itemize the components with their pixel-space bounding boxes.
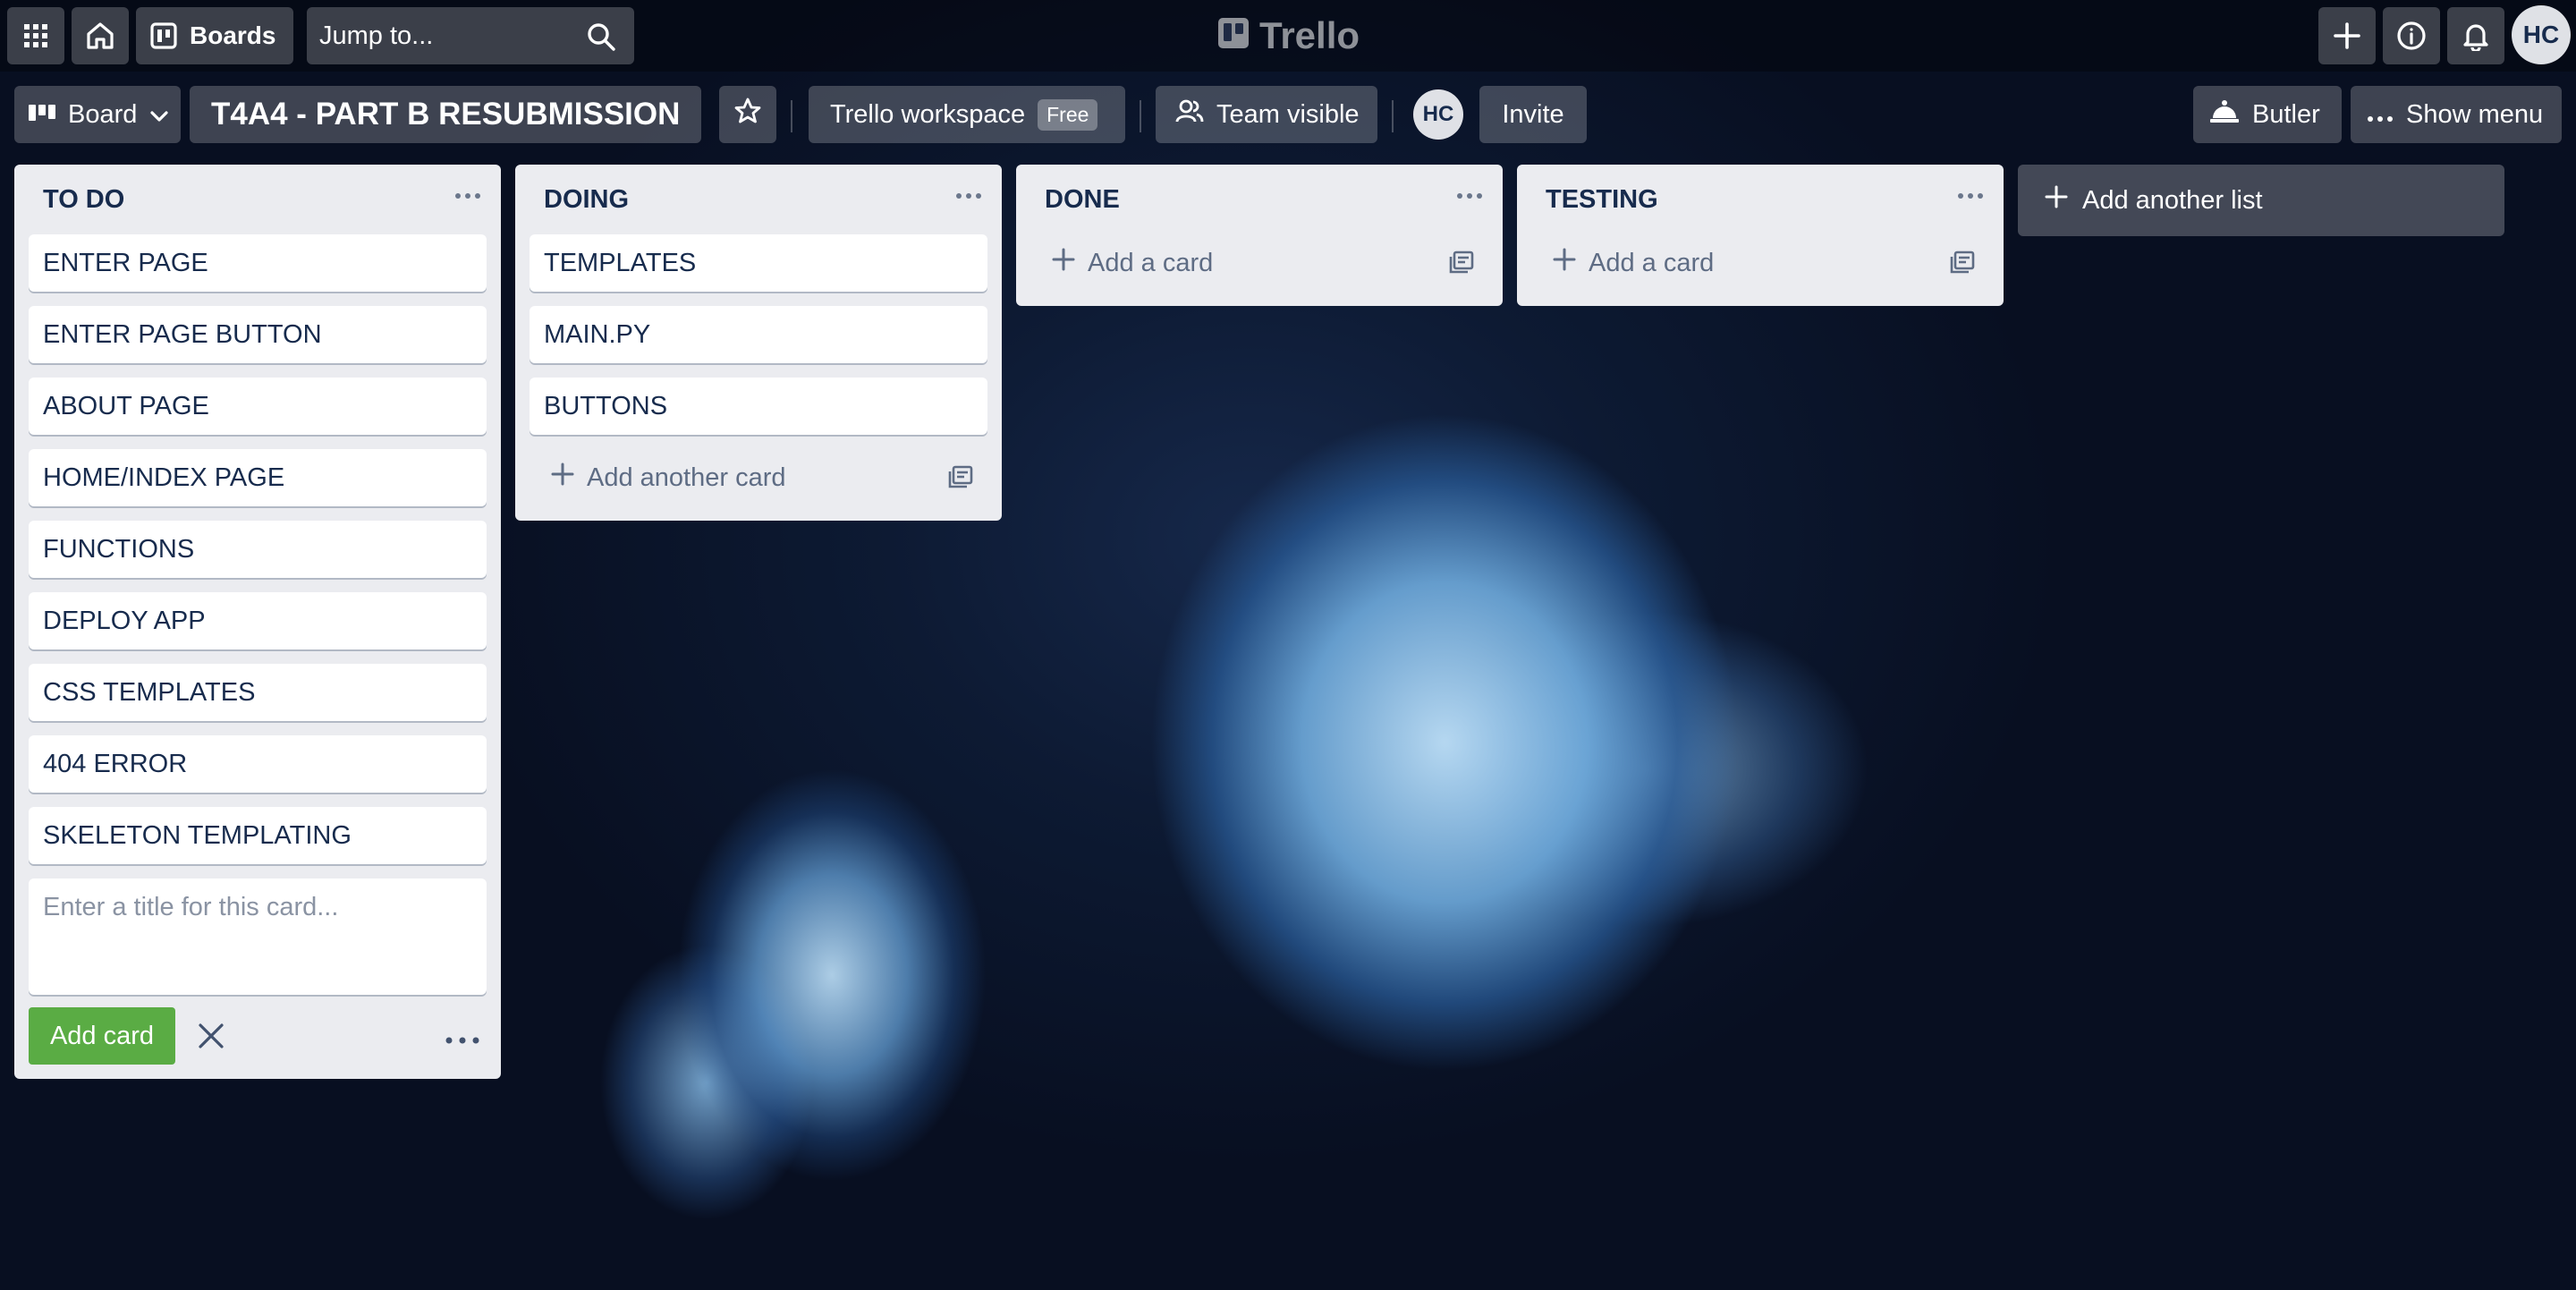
- team-icon: [1175, 98, 1204, 131]
- card-template-icon[interactable]: [1950, 250, 1975, 281]
- jump-to-search-input[interactable]: Jump to...: [307, 7, 634, 64]
- info-icon: [2395, 20, 2428, 52]
- invite-button[interactable]: Invite: [1479, 86, 1587, 143]
- board-view-switcher[interactable]: Board: [14, 86, 181, 143]
- plus-icon: [2045, 185, 2068, 216]
- star-icon: [733, 97, 762, 132]
- boards-label: Boards: [190, 21, 276, 49]
- add-card-button[interactable]: Add card: [29, 1007, 175, 1065]
- list-actions-icon[interactable]: [1957, 188, 1984, 204]
- add-card-button[interactable]: Add a card: [1030, 234, 1488, 292]
- list-title[interactable]: TESTING: [1546, 185, 1658, 215]
- card-title-input[interactable]: Enter a title for this card...: [29, 878, 487, 995]
- more-icon: [2367, 100, 2394, 130]
- board-icon: [150, 22, 177, 49]
- workspace-button[interactable]: Trello workspace Free: [809, 86, 1125, 143]
- list-actions-icon[interactable]: [454, 188, 481, 204]
- list-header[interactable]: DOING: [515, 165, 1002, 234]
- header-divider: [791, 100, 792, 132]
- grid-icon: [22, 22, 49, 49]
- card-template-icon[interactable]: [1449, 250, 1474, 281]
- card[interactable]: BUTTONS: [530, 378, 987, 435]
- invite-label: Invite: [1502, 99, 1564, 129]
- list-title[interactable]: DONE: [1045, 185, 1120, 215]
- trello-logo-icon: [1218, 14, 1249, 57]
- list-actions-icon[interactable]: [955, 188, 982, 204]
- list-title[interactable]: TO DO: [43, 185, 124, 215]
- add-another-list-button[interactable]: Add another list: [2018, 165, 2504, 236]
- list-to-do: TO DO ENTER PAGE ENTER PAGE BUTTON ABOUT…: [14, 165, 501, 1079]
- header-divider: [1392, 100, 1394, 132]
- user-avatar[interactable]: HC: [2512, 5, 2571, 64]
- star-board-button[interactable]: [719, 86, 776, 143]
- visibility-label: Team visible: [1216, 99, 1360, 129]
- home-button[interactable]: [72, 7, 129, 64]
- card[interactable]: SKELETON TEMPLATING: [29, 807, 487, 864]
- trello-logo[interactable]: Trello: [1218, 13, 1360, 59]
- create-button[interactable]: [2318, 7, 2376, 64]
- card[interactable]: CSS TEMPLATES: [29, 664, 487, 721]
- list-done: DONE Add a card: [1016, 165, 1503, 306]
- search-placeholder: Jump to...: [319, 21, 434, 50]
- list-doing: DOING TEMPLATES MAIN.PY BUTTONS Add anot…: [515, 165, 1002, 521]
- card[interactable]: HOME/INDEX PAGE: [29, 449, 487, 506]
- composer-controls: Add card: [29, 1007, 487, 1065]
- show-menu-button[interactable]: Show menu: [2351, 86, 2562, 143]
- notifications-button[interactable]: [2447, 7, 2504, 64]
- card[interactable]: DEPLOY APP: [29, 592, 487, 649]
- plus-icon: [2332, 21, 2362, 51]
- add-another-card-button[interactable]: Add another card: [530, 449, 987, 506]
- bell-icon: [2462, 21, 2490, 51]
- butler-label: Butler: [2252, 99, 2320, 129]
- top-nav-bar: Boards Jump to... Trello HC: [0, 0, 2576, 72]
- workspace-label: Trello workspace: [830, 99, 1026, 129]
- card[interactable]: ENTER PAGE: [29, 234, 487, 292]
- butler-button[interactable]: Butler: [2193, 86, 2342, 143]
- boards-button[interactable]: Boards: [136, 7, 294, 64]
- app-switcher-button[interactable]: [7, 7, 64, 64]
- board-title[interactable]: T4A4 - PART B RESUBMISSION: [190, 86, 702, 143]
- card[interactable]: 404 ERROR: [29, 735, 487, 793]
- butler-icon: [2209, 98, 2240, 131]
- plus-icon: [1553, 248, 1576, 278]
- plus-icon: [1052, 248, 1075, 278]
- list-header[interactable]: DONE: [1016, 165, 1503, 234]
- visibility-button[interactable]: Team visible: [1156, 86, 1377, 143]
- list-header[interactable]: TESTING: [1517, 165, 2004, 234]
- card[interactable]: ENTER PAGE BUTTON: [29, 306, 487, 363]
- add-card-button[interactable]: Add a card: [1531, 234, 1989, 292]
- show-menu-label: Show menu: [2406, 99, 2544, 129]
- home-icon: [85, 21, 115, 51]
- card[interactable]: MAIN.PY: [530, 306, 987, 363]
- add-card-label: Add a card: [1589, 248, 1715, 277]
- card[interactable]: TEMPLATES: [530, 234, 987, 292]
- card[interactable]: ABOUT PAGE: [29, 378, 487, 435]
- card[interactable]: FUNCTIONS: [29, 521, 487, 578]
- composer-options-icon[interactable]: [445, 1032, 479, 1048]
- board-header: Board T4A4 - PART B RESUBMISSION Trello …: [0, 82, 2576, 147]
- list-actions-icon[interactable]: [1456, 188, 1483, 204]
- card-template-icon[interactable]: [948, 465, 973, 496]
- add-list-label: Add another list: [2082, 185, 2263, 215]
- plan-badge: Free: [1038, 98, 1098, 131]
- member-avatar[interactable]: HC: [1413, 89, 1463, 140]
- board-view-icon: [29, 100, 55, 130]
- list-testing: TESTING Add a card: [1517, 165, 2004, 306]
- user-initials: HC: [2522, 21, 2560, 48]
- add-card-label: Add a card: [1088, 248, 1214, 277]
- header-divider: [1140, 100, 1141, 132]
- chevron-down-icon: [149, 100, 169, 130]
- list-header[interactable]: TO DO: [14, 165, 501, 234]
- board-view-label: Board: [68, 99, 138, 129]
- add-card-label: Add another card: [587, 463, 786, 492]
- information-button[interactable]: [2383, 7, 2440, 64]
- card-title-placeholder: Enter a title for this card...: [43, 893, 339, 921]
- close-icon[interactable]: [195, 1020, 227, 1057]
- member-initials: HC: [1422, 102, 1454, 126]
- plus-icon: [551, 463, 574, 493]
- app-name: Trello: [1259, 14, 1360, 56]
- list-title[interactable]: DOING: [544, 185, 629, 215]
